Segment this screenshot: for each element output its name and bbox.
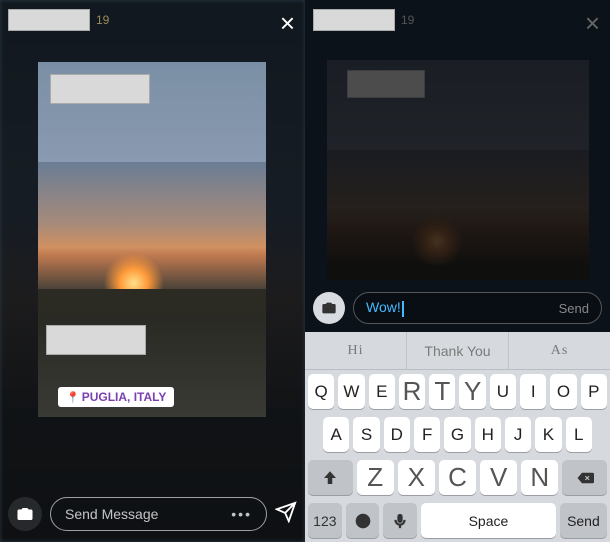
location-tag-label: PUGLIA, ITALY (82, 390, 167, 404)
backspace-key[interactable] (562, 460, 607, 495)
story-media[interactable]: 📍 PUGLIA, ITALY (38, 62, 266, 462)
key-w[interactable]: W (338, 374, 364, 409)
suggestion-bar: Hi Thank You As (305, 332, 610, 370)
location-tag[interactable]: 📍 PUGLIA, ITALY (58, 387, 174, 407)
story-sky-region (38, 62, 266, 162)
key-x[interactable]: X (398, 460, 435, 495)
story-footer: Send Message ••• (8, 494, 297, 534)
key-q[interactable]: Q (308, 374, 334, 409)
story-sunset-region (327, 150, 589, 280)
globe-icon (354, 512, 372, 530)
send-button[interactable] (275, 501, 297, 528)
shift-key[interactable] (308, 460, 353, 495)
space-key[interactable]: Space (421, 503, 556, 538)
user-avatar-placeholder[interactable] (8, 9, 90, 31)
key-p[interactable]: P (581, 374, 607, 409)
close-button[interactable]: × (585, 8, 600, 39)
key-e[interactable]: E (369, 374, 395, 409)
globe-key[interactable] (346, 503, 380, 538)
key-t[interactable]: T (429, 374, 455, 409)
send-icon (275, 501, 297, 523)
key-s[interactable]: S (353, 417, 379, 452)
keyboard-row-bottom: 123 Space Send (305, 499, 610, 542)
backspace-icon (576, 469, 594, 487)
mic-key[interactable] (383, 503, 417, 538)
camera-icon (16, 505, 34, 523)
key-k[interactable]: K (535, 417, 561, 452)
reply-typed-text: Wow! (366, 299, 401, 315)
numbers-key[interactable]: 123 (308, 503, 342, 538)
message-placeholder: Send Message (65, 506, 158, 522)
key-y[interactable]: Y (459, 374, 485, 409)
key-d[interactable]: D (384, 417, 410, 452)
keyboard-send-key[interactable]: Send (560, 503, 607, 538)
key-l[interactable]: L (566, 417, 592, 452)
camera-icon (321, 300, 337, 316)
key-g[interactable]: G (444, 417, 470, 452)
keyboard-row-3: Z X C V N B M (305, 456, 610, 499)
key-o[interactable]: O (550, 374, 576, 409)
key-u[interactable]: U (490, 374, 516, 409)
story-timestamp: 19 (401, 13, 414, 27)
keyboard-row-2: A S D F G H J K L (305, 413, 610, 456)
shift-icon (321, 469, 339, 487)
virtual-keyboard: Hi Thank You As Q W E R T Y U I O P A S … (305, 332, 610, 542)
story-sunset-region (38, 162, 266, 317)
key-h[interactable]: H (475, 417, 501, 452)
key-c[interactable]: C (439, 460, 476, 495)
close-button[interactable]: × (280, 8, 295, 39)
key-n[interactable]: N (521, 460, 558, 495)
story-header: 19 (305, 0, 610, 40)
key-z[interactable]: Z (357, 460, 394, 495)
key-j[interactable]: J (505, 417, 531, 452)
send-label[interactable]: Send (559, 301, 589, 316)
key-r[interactable]: R (399, 374, 425, 409)
keyboard-row-1: Q W E R T Y U I O P (305, 370, 610, 413)
suggestion-item[interactable]: As (509, 332, 610, 369)
story-timestamp: 19 (96, 13, 109, 27)
key-v[interactable]: V (480, 460, 517, 495)
story-land-region: 📍 PUGLIA, ITALY (38, 317, 266, 417)
location-pin-icon: 📍 (66, 391, 80, 404)
story-view-pane: 19 × 📍 PUGLIA, ITALY Send Message ••• (0, 0, 305, 542)
story-sky-region (327, 60, 589, 150)
user-avatar-placeholder[interactable] (313, 9, 395, 31)
camera-button[interactable] (8, 497, 42, 531)
suggestion-item[interactable]: Thank You (407, 332, 509, 369)
more-options-button[interactable]: ••• (231, 506, 252, 522)
reply-input-row: Wow! Send (313, 290, 602, 326)
mic-icon (391, 512, 409, 530)
key-i[interactable]: I (520, 374, 546, 409)
message-input-pill[interactable]: Send Message ••• (50, 497, 267, 531)
mention-placeholder (347, 70, 425, 98)
key-a[interactable]: A (323, 417, 349, 452)
camera-button[interactable] (313, 292, 345, 324)
caption-placeholder (46, 325, 146, 355)
reply-input-pill[interactable]: Wow! Send (353, 292, 602, 324)
key-f[interactable]: F (414, 417, 440, 452)
suggestion-item[interactable]: Hi (305, 332, 407, 369)
mention-placeholder (50, 74, 150, 104)
story-media-dimmed (327, 60, 589, 280)
story-header: 19 (0, 0, 305, 40)
text-cursor (402, 301, 404, 317)
story-reply-pane: 19 × Wow! Send Hi Thank You As Q W E R T… (305, 0, 610, 542)
